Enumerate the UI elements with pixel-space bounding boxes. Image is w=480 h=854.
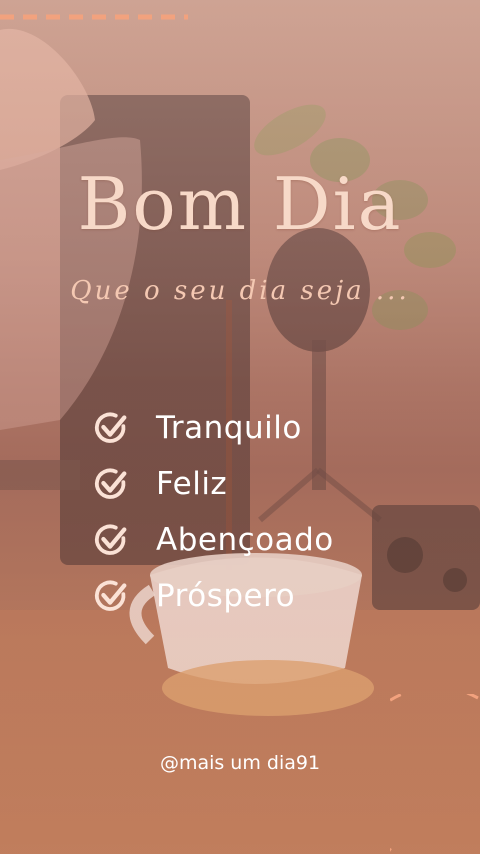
story-screen: Bom Dia Que o seu dia seja ... Tranquilo… [0, 0, 480, 854]
list-item: Feliz [92, 456, 334, 512]
check-circle-icon [94, 468, 127, 499]
check-circle-icon [94, 524, 127, 555]
decorative-dashed-line [0, 14, 188, 20]
list-item-label: Abençoado [156, 522, 334, 558]
list-item: Tranquilo [92, 400, 334, 456]
check-circle-icon [94, 580, 127, 611]
page-title: Bom Dia [77, 162, 403, 246]
list-item: Abençoado [92, 512, 334, 568]
page-subtitle: Que o seu dia seja ... [70, 276, 410, 306]
list-item: Próspero [92, 568, 334, 624]
wish-list: Tranquilo Feliz Abençoado Próspero [92, 400, 334, 624]
decorative-dashed-arc [390, 694, 479, 854]
check-circle-icon [94, 412, 127, 443]
list-item-label: Feliz [156, 466, 228, 502]
list-item-label: Tranquilo [156, 410, 302, 446]
list-item-label: Próspero [156, 578, 296, 614]
